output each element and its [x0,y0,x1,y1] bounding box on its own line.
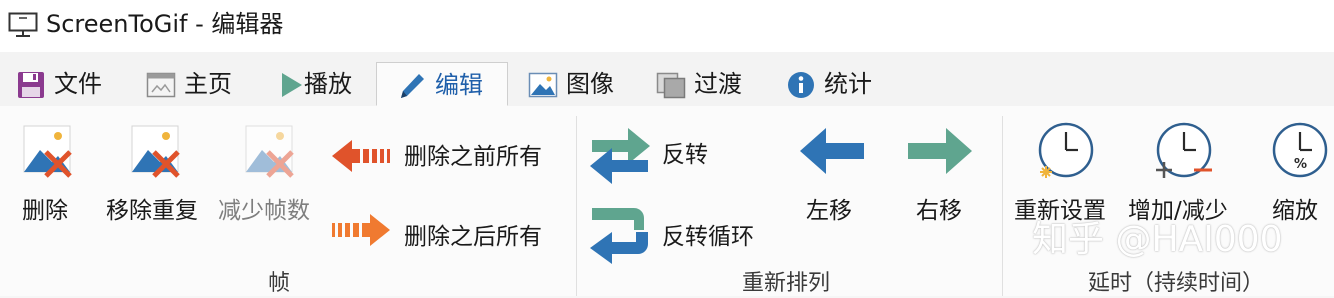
title-bar: ScreenToGif - 编辑器 [0,0,1334,52]
svg-text:%: % [1294,157,1307,172]
override-delay-button[interactable]: 重新设置 [1010,120,1122,230]
arrow-right-dashed-icon [332,214,390,246]
group-divider [576,116,577,296]
ribbon-panel: 删除 移除重复 减少帧数 删除之前所有 删除之后所有 帧 反转 反转循环 左移 … [0,106,1334,296]
delete-frame-button[interactable]: 删除 [10,118,86,228]
remove-duplicates-button[interactable]: 移除重复 [104,118,208,228]
reverse-loop-icon [590,208,648,264]
clock-plus-minus-icon [1156,122,1212,178]
clock-reset-icon [1038,122,1094,178]
tab-statistics[interactable]: 统计 [786,62,882,106]
info-icon [788,72,814,98]
floppy-disk-icon [18,72,44,98]
play-icon [282,73,302,97]
reverse-button[interactable]: 反转 [584,118,734,194]
tab-home[interactable]: 主页 [146,62,244,106]
window-title: ScreenToGif - 编辑器 [46,10,284,38]
arrow-left-icon [800,128,864,174]
yoyo-button[interactable]: 反转循环 [584,198,774,274]
tab-file[interactable]: 文件 [16,62,112,106]
image-reduce-icon [245,125,294,178]
app-monitor-icon [8,12,38,37]
reverse-arrows-icon [590,128,650,184]
tab-transitions[interactable]: 过渡 [656,62,752,106]
clock-percent-icon: % [1272,122,1328,178]
move-left-button[interactable]: 左移 [786,122,878,232]
image-icon [528,72,558,98]
home-window-icon [146,72,176,98]
pencil-icon [401,74,424,98]
delete-all-after-button[interactable]: 删除之后所有 [326,210,566,256]
group-label-delay: 延时（持续时间） [1088,271,1265,296]
increase-decrease-delay-button[interactable]: 增加/减少 [1124,120,1244,230]
group-divider [1002,116,1003,296]
group-label-reorder: 重新排列 [742,271,831,296]
reduce-frame-count-button[interactable]: 减少帧数 [216,118,324,228]
tab-playback[interactable]: 播放 [276,62,362,106]
image-remove-duplicates-icon [131,125,180,178]
arrow-right-icon [908,128,972,174]
ribbon-tab-bar: 文件 主页 播放 编辑 图像 过渡 统计 [0,52,1334,107]
tab-image[interactable]: 图像 [528,62,624,106]
watermark: 知乎 @HAI000 [1032,219,1283,260]
arrow-left-dashed-icon [332,140,390,172]
tab-edit[interactable]: 编辑 [376,62,508,106]
group-label-frames: 帧 [268,271,291,296]
image-delete-icon [23,125,72,178]
transition-icon [656,72,686,99]
delete-all-before-button[interactable]: 删除之前所有 [326,132,566,178]
move-right-button[interactable]: 右移 [894,122,986,232]
scale-delay-button[interactable]: % 缩放 [1256,120,1330,230]
